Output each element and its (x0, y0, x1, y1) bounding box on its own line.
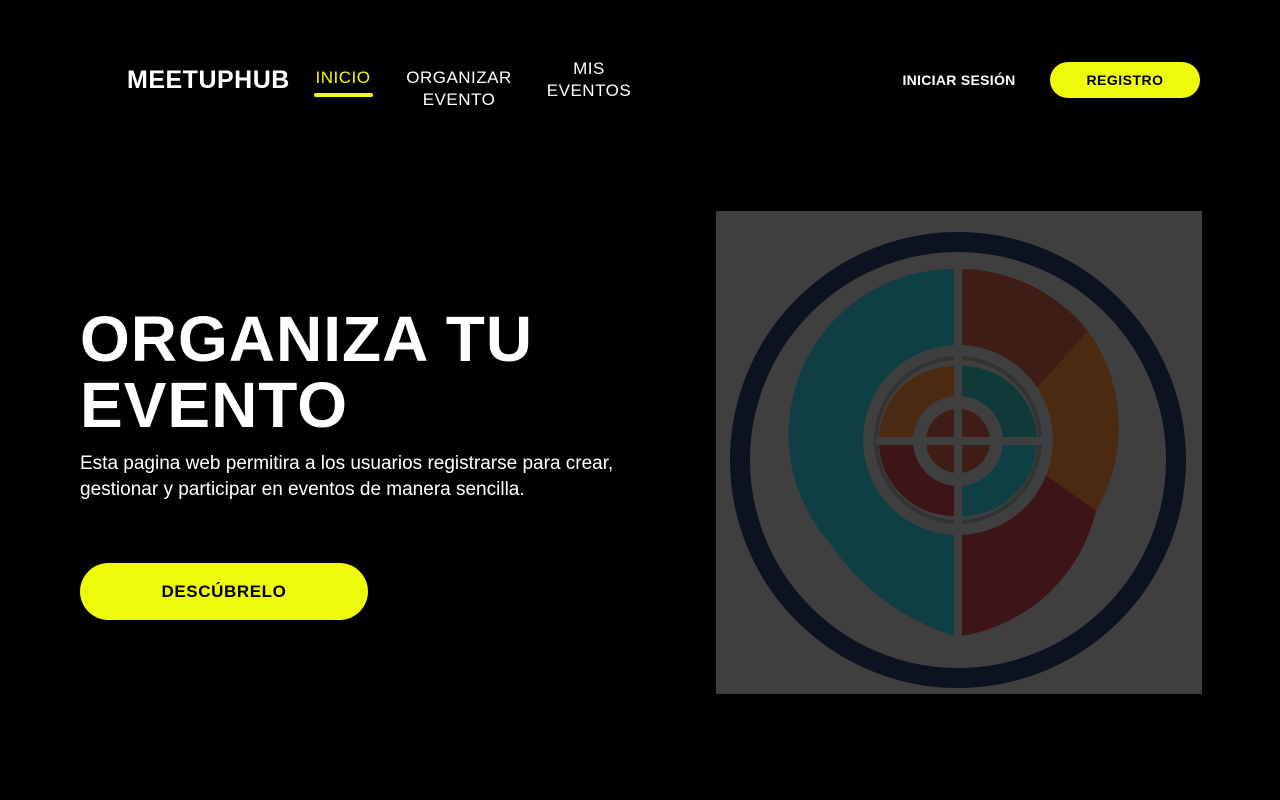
event-logo-icon (716, 211, 1202, 694)
hero-title-line1: ORGANIZA TU (80, 303, 534, 375)
register-button[interactable]: REGISTRO (1050, 62, 1200, 98)
nav-item-mis-eventos[interactable]: MIS EVENTOS (540, 58, 638, 102)
nav-organizar-label-line2: EVENTO (422, 90, 496, 109)
nav-inicio-label: INICIO (315, 68, 371, 87)
nav-mis-label-line1: MIS (573, 59, 605, 78)
hero-title-line2: EVENTO (80, 369, 348, 441)
login-link[interactable]: INICIAR SESIÓN (895, 71, 1023, 89)
landing-page: MEETUPHUB INICIO ORGANIZAR EVENTO MIS EV… (0, 0, 1280, 800)
nav-organizar-label-line1: ORGANIZAR (406, 68, 512, 87)
active-nav-indicator (313, 93, 373, 97)
nav-item-inicio[interactable]: INICIO (313, 67, 373, 97)
discover-button[interactable]: DESCÚBRELO (80, 563, 368, 620)
site-logo[interactable]: MEETUPHUB (127, 66, 290, 95)
hero-image (716, 211, 1202, 694)
nav-item-organizar-evento[interactable]: ORGANIZAR EVENTO (400, 67, 518, 111)
nav-mis-label-line2: EVENTOS (546, 81, 632, 100)
hero-title: ORGANIZA TU EVENTO (80, 306, 640, 438)
hero-description: Esta pagina web permitira a los usuarios… (80, 453, 614, 500)
